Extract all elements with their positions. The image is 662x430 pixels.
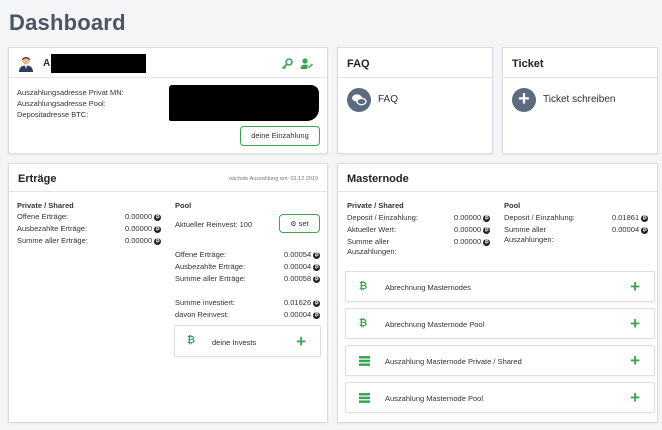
list-item-label: Abrechnung Masternodes (385, 283, 471, 292)
masternode-pool-payout-item[interactable]: Auszahlung Masternode Pool + (345, 382, 655, 413)
btc-icon: ₿ (154, 237, 162, 245)
invests-button-label: deine Invests (212, 338, 257, 347)
bitcoin-icon: ₿ (359, 281, 368, 292)
mn-private-total-value: 0.00000 ₿ (454, 237, 491, 246)
reinvest-amount-label: davon Reinvest: (175, 310, 229, 319)
plus-icon: + (630, 277, 640, 296)
money-stack-icon (359, 393, 370, 406)
btc-icon: ₿ (641, 214, 649, 222)
ticket-card: Ticket + Ticket schreiben (502, 47, 658, 154)
deposit-button[interactable]: deine Einzahlung (240, 126, 320, 146)
private-total-label: Summe aller Erträge: (17, 236, 88, 245)
profile-card: A Auszahlungsadresse Privat MN: Auszahlu… (8, 47, 328, 154)
pool-total-label: Summe aller Erträge: (175, 274, 246, 283)
set-reinvest-button[interactable]: ⚙ set (279, 214, 320, 233)
private-heading: Private / Shared (17, 201, 74, 210)
mn-pool-total-label-1: Summe aller (504, 225, 547, 234)
pool-open-value: 0.00054 ₿ (284, 250, 321, 259)
plus-circle-icon: + (512, 88, 536, 112)
ertraege-title: Erträge (18, 173, 57, 185)
pool-total-value: 0.00058 ₿ (284, 274, 321, 283)
mn-current-value-value: 0.00000 ₿ (454, 225, 491, 234)
btc-icon: ₿ (154, 213, 162, 221)
mn-private-heading: Private / Shared (347, 201, 404, 210)
btc-icon: ₿ (483, 214, 491, 222)
bitcoin-icon: ₿ (359, 318, 368, 329)
reinvest-label: Aktueller Reinvest: 100 (175, 220, 253, 229)
mn-private-total-label-1: Summe aller (347, 237, 390, 246)
key-icon[interactable] (281, 58, 293, 73)
mn-pool-total-label-2: Auszahlungen: (504, 235, 554, 244)
private-paid-value: 0.00000 ₿ (125, 224, 162, 233)
money-stack-icon (359, 356, 370, 369)
next-payout-date: nächste Auszahlung am: 02.12.2019 (229, 176, 318, 182)
mn-pool-deposit-label: Deposit / Einzahlung: (504, 213, 575, 222)
faq-title: FAQ (347, 58, 370, 70)
pool-heading: Pool (175, 201, 192, 210)
list-item-label: Abrechnung Masternode Pool (385, 320, 485, 329)
plus-icon: + (630, 351, 640, 370)
private-open-label: Offene Erträge: (17, 212, 69, 221)
faq-card: FAQ FAQ (337, 47, 493, 154)
masternode-private-payout-item[interactable]: Auszahlung Masternode Private / Shared + (345, 345, 655, 376)
list-item-label: Auszahlung Masternode Private / Shared (385, 357, 522, 366)
btc-icon: ₿ (313, 299, 321, 307)
bitcoin-icon: ₿ (187, 335, 196, 346)
private-paid-label: Ausbezahlte Erträge: (17, 224, 88, 233)
btc-icon: ₿ (154, 225, 162, 233)
invests-button[interactable]: ₿ deine Invests + (174, 325, 321, 357)
payout-address-mn-label: Auszahlungsadresse Privat MN: (17, 88, 124, 97)
btc-icon: ₿ (313, 251, 321, 259)
redacted-addresses (169, 85, 319, 121)
btc-icon: ₿ (313, 311, 321, 319)
user-edit-icon[interactable] (300, 57, 314, 75)
invested-total-label: Summe investiert: (175, 298, 236, 307)
ertraege-card: Erträge nächste Auszahlung am: 02.12.201… (8, 163, 328, 423)
mn-pool-deposit-value: 0.01861 ₿ (612, 213, 649, 222)
redacted-name (51, 54, 146, 73)
private-total-value: 0.00000 ₿ (125, 236, 162, 245)
mn-private-total-label-2: Auszahlungen: (347, 247, 397, 256)
btc-icon: ₿ (313, 263, 321, 271)
list-item-label: Auszahlung Masternode Pool (385, 394, 483, 403)
page-title: Dashboard (9, 10, 126, 35)
mn-current-value-label: Aktueller Wert: (347, 225, 397, 234)
avatar (18, 56, 34, 72)
mn-private-deposit-value: 0.00000 ₿ (454, 213, 491, 222)
chat-icon (347, 88, 371, 112)
masternode-pool-billing-item[interactable]: ₿ Abrechnung Masternode Pool + (345, 308, 655, 339)
ticket-title: Ticket (512, 58, 544, 70)
pool-paid-value: 0.00004 ₿ (284, 262, 321, 271)
mn-private-deposit-label: Deposit / Einzahlung: (347, 213, 418, 222)
reinvest-amount-value: 0.00004 ₿ (284, 310, 321, 319)
private-open-value: 0.00000 ₿ (125, 212, 162, 221)
mn-pool-total-value: 0.00004 ₿ (612, 225, 649, 234)
plus-icon: + (630, 314, 640, 333)
payout-address-pool-label: Auszahlungsadresse Pool: (17, 99, 106, 108)
btc-icon: ₿ (483, 238, 491, 246)
masternode-title: Masternode (347, 173, 409, 185)
gear-icon: ⚙ (290, 221, 297, 228)
mn-pool-heading: Pool (504, 201, 521, 210)
btc-icon: ₿ (483, 226, 491, 234)
btc-icon: ₿ (313, 275, 321, 283)
faq-link-label: FAQ (378, 94, 399, 105)
plus-icon: + (630, 388, 640, 407)
pool-open-label: Offene Erträge: (175, 250, 227, 259)
invested-total-value: 0.01626 ₿ (284, 298, 321, 307)
ticket-link-label: Ticket schreiben (543, 94, 616, 105)
profile-name-initial: A (43, 58, 51, 69)
pool-paid-label: Ausbezahlte Erträge: (175, 262, 246, 271)
masternode-card: Masternode Private / Shared Deposit / Ei… (337, 163, 658, 423)
deposit-address-label: Depositadresse BTC: (17, 110, 89, 119)
btc-icon: ₿ (641, 226, 649, 234)
masternode-billing-item[interactable]: ₿ Abrechnung Masternodes + (345, 271, 655, 302)
plus-icon: + (296, 332, 306, 351)
